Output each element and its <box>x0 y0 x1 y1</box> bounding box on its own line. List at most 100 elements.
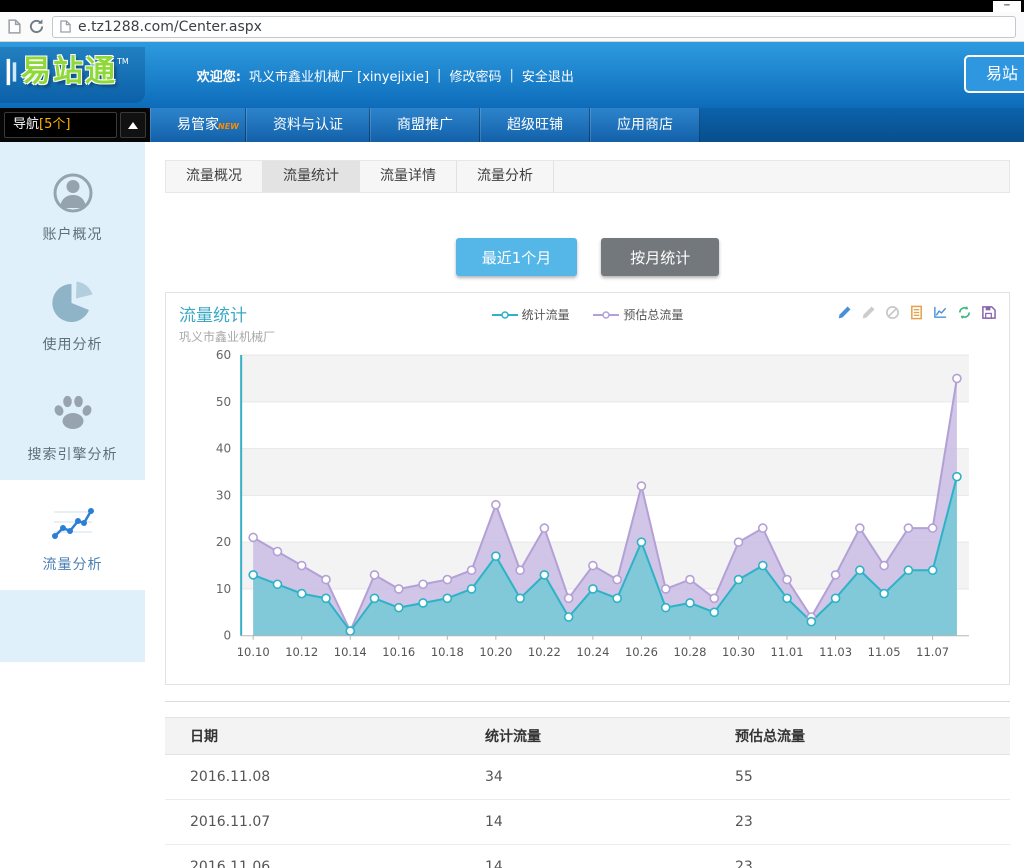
legend-marker-icon <box>593 309 619 323</box>
save-icon[interactable] <box>981 305 996 320</box>
paw-icon <box>50 390 96 436</box>
traffic-stats-panel: 流量统计 巩义市鑫业机械厂 统计流量 预估总流量 <box>165 292 1010 685</box>
svg-text:10.16: 10.16 <box>382 645 415 659</box>
sidebar-item-label: 使用分析 <box>0 334 145 354</box>
site-header: 易站通 TM 欢迎您: 巩义市鑫业机械厂 [xinyejixie] | 修改密码… <box>0 42 1024 108</box>
svg-text:10.10: 10.10 <box>237 645 270 659</box>
svg-text:11.03: 11.03 <box>819 645 852 659</box>
nav-dropdown-count: [5个] <box>39 117 70 132</box>
col-header-estimate: 预估总流量 <box>735 717 1010 754</box>
welcome-bar: 欢迎您: 巩义市鑫业机械厂 [xinyejixie] | 修改密码 | 安全退出 <box>197 66 574 85</box>
svg-text:20: 20 <box>216 535 231 549</box>
reload-icon[interactable] <box>28 18 45 35</box>
address-bar[interactable]: e.tz1288.com/Center.aspx <box>52 16 1016 38</box>
svg-text:10.20: 10.20 <box>479 645 512 659</box>
svg-text:11.01: 11.01 <box>771 645 804 659</box>
cell-date: 2016.11.08 <box>165 754 485 799</box>
tab-label: 流量概况 <box>186 168 242 184</box>
svg-text:50: 50 <box>216 395 231 409</box>
nav-dropdown[interactable]: 导航[5个] <box>4 112 117 138</box>
edit-pencil-gray-icon[interactable] <box>861 305 876 320</box>
nav-tab-super-shop[interactable]: 超级旺铺 <box>480 108 590 142</box>
by-month-button[interactable]: 按月统计 <box>601 238 719 276</box>
browser-toolbar: e.tz1288.com/Center.aspx <box>0 12 1024 42</box>
nav-tab-label: 易管家 <box>177 117 219 133</box>
nav-collapse-button[interactable] <box>120 112 146 138</box>
divider <box>165 701 1010 702</box>
nav-tab-label: 资料与认证 <box>273 117 343 133</box>
svg-text:10: 10 <box>216 582 231 596</box>
tab-label: 流量统计 <box>283 168 339 184</box>
app-logo[interactable]: 易站通 TM <box>0 47 145 103</box>
edit-pencil-blue-icon[interactable] <box>837 305 852 320</box>
line-chart-icon <box>50 500 96 546</box>
legend-label: 预估总流量 <box>623 308 683 322</box>
legend-item-estimate[interactable]: 预估总流量 <box>593 308 683 322</box>
line-chart-icon[interactable] <box>933 305 948 320</box>
traffic-table: 日期 统计流量 预估总流量 2016.11.08 34 55 2016.11.0… <box>165 717 1010 868</box>
svg-text:10.12: 10.12 <box>285 645 318 659</box>
table-row: 2016.11.08 34 55 <box>165 754 1010 799</box>
eraser-icon[interactable] <box>885 305 900 320</box>
sidebar-item-usage-analysis[interactable]: 使用分析 <box>0 260 145 370</box>
svg-text:10.30: 10.30 <box>722 645 755 659</box>
cell-date: 2016.11.06 <box>165 844 485 868</box>
svg-text:10.26: 10.26 <box>625 645 658 659</box>
col-header-date: 日期 <box>165 717 485 754</box>
url-text: e.tz1288.com/Center.aspx <box>78 19 262 35</box>
svg-text:10.24: 10.24 <box>576 645 609 659</box>
svg-text:10.18: 10.18 <box>431 645 464 659</box>
minimize-button[interactable]: ─ <box>993 1 1021 12</box>
pie-chart-icon <box>50 280 96 326</box>
svg-text:10.14: 10.14 <box>334 645 367 659</box>
user-icon <box>50 170 96 216</box>
svg-text:10.22: 10.22 <box>528 645 561 659</box>
nav-tab-alliance-promo[interactable]: 商盟推广 <box>370 108 480 142</box>
new-badge: NEW <box>218 110 239 144</box>
sidebar-item-search-engine[interactable]: 搜索引擎分析 <box>0 370 145 480</box>
table-row: 2016.11.07 14 23 <box>165 799 1010 844</box>
page-icon <box>8 19 21 34</box>
page-icon <box>60 20 71 33</box>
report-doc-icon[interactable] <box>909 305 924 320</box>
nav-tab-label: 应用商店 <box>617 117 673 133</box>
nav-tab-app-store[interactable]: 应用商店 <box>590 108 700 142</box>
sidebar-item-label: 账户概况 <box>0 224 145 244</box>
sidebar-item-account-overview[interactable]: 账户概况 <box>0 150 145 260</box>
tab-traffic-details[interactable]: 流量详情 <box>360 161 457 192</box>
cell-stats: 14 <box>485 799 735 844</box>
svg-text:60: 60 <box>216 348 231 362</box>
change-password-link[interactable]: 修改密码 <box>449 66 501 85</box>
svg-text:11.07: 11.07 <box>916 645 949 659</box>
svg-text:40: 40 <box>216 442 231 456</box>
legend-item-stats[interactable]: 统计流量 <box>492 308 574 322</box>
content-tabs: 流量概况 流量统计 流量详情 流量分析 <box>165 160 1010 193</box>
nav-tab-yiguanjia[interactable]: 易管家 NEW <box>150 108 246 142</box>
cell-stats: 34 <box>485 754 735 799</box>
nav-left: 导航[5个] <box>0 108 150 142</box>
sidebar-item-label: 流量分析 <box>0 554 145 574</box>
logo-text: 易站通 <box>21 55 117 89</box>
nav-tab-credentials[interactable]: 资料与认证 <box>246 108 370 142</box>
sidebar-item-traffic-analysis[interactable]: 流量分析 <box>0 480 145 590</box>
sidebar-item-label: 搜索引擎分析 <box>0 444 145 464</box>
recent-month-button[interactable]: 最近1个月 <box>456 238 578 276</box>
tab-traffic-analysis[interactable]: 流量分析 <box>457 161 554 192</box>
table-row: 2016.11.06 14 23 <box>165 844 1010 868</box>
svg-text:30: 30 <box>216 488 231 502</box>
nav-tab-label: 超级旺铺 <box>507 117 563 133</box>
logo-mark-icon <box>4 55 18 93</box>
logout-link[interactable]: 安全退出 <box>522 66 574 85</box>
svg-text:10.28: 10.28 <box>673 645 706 659</box>
content: 账户概况 使用分析 搜索引擎分析 <box>0 142 1024 868</box>
tab-traffic-stats[interactable]: 流量统计 <box>263 161 360 192</box>
panel-subtitle: 巩义市鑫业机械厂 <box>179 328 996 345</box>
refresh-icon[interactable] <box>957 305 972 320</box>
cell-date: 2016.11.07 <box>165 799 485 844</box>
filter-buttons: 最近1个月 按月统计 <box>165 238 1010 276</box>
legend-label: 统计流量 <box>522 308 570 322</box>
tab-traffic-overview[interactable]: 流量概况 <box>166 161 263 192</box>
welcome-label: 欢迎您: <box>197 66 241 85</box>
panel-header: 流量统计 巩义市鑫业机械厂 统计流量 预估总流量 <box>179 301 996 339</box>
corner-button[interactable]: 易站 <box>964 55 1024 93</box>
